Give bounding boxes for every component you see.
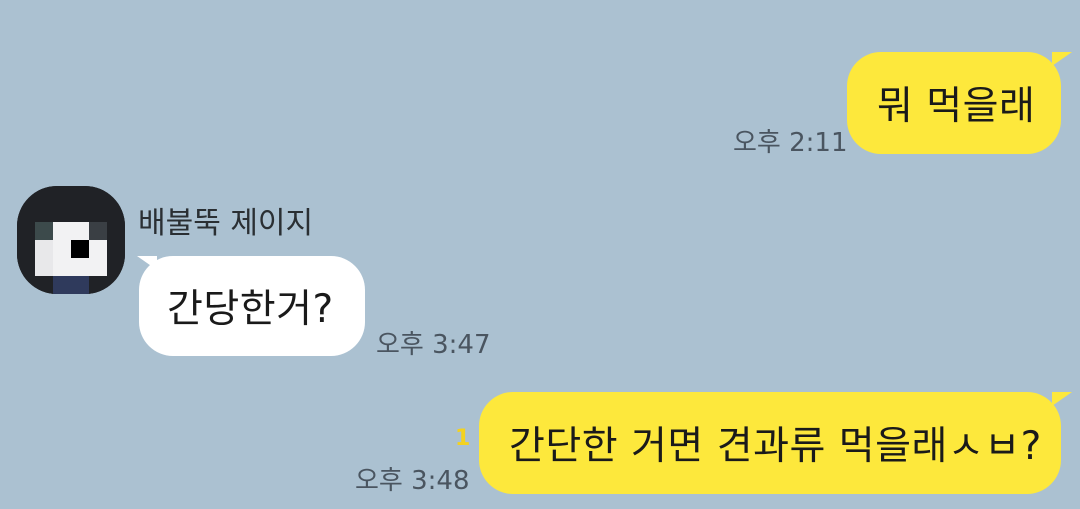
avatar[interactable] [17,186,125,294]
message-text: 간당한거? [167,287,334,332]
bubble-tail [1052,52,1072,66]
unread-count: 1 [455,426,471,451]
outgoing-message-bubble[interactable]: 뭐 먹을래 [847,52,1061,154]
chat-view: 오후 2:11 뭐 먹을래 배불뚝 제이지 간당한거? 오후 3:47 1 오후… [0,0,1080,509]
avatar-pixel [71,240,89,258]
message-text: 간단한 거면 견과류 먹을래ㅅㅂ? [509,424,1042,469]
message-time: 오후 3:48 [355,466,470,496]
message-text: 뭐 먹을래 [877,84,1036,129]
incoming-message-bubble[interactable]: 간당한거? [139,256,365,356]
outgoing-message-bubble[interactable]: 간단한 거면 견과류 먹을래ㅅㅂ? [479,392,1061,494]
bubble-tail [1052,392,1072,406]
avatar-pixel [89,222,107,240]
avatar-pixel [53,276,89,294]
message-time: 오후 2:11 [733,128,848,158]
sender-name: 배불뚝 제이지 [138,206,314,241]
avatar-pixel [35,240,53,276]
avatar-pixel [35,222,53,240]
message-time: 오후 3:47 [376,330,491,360]
